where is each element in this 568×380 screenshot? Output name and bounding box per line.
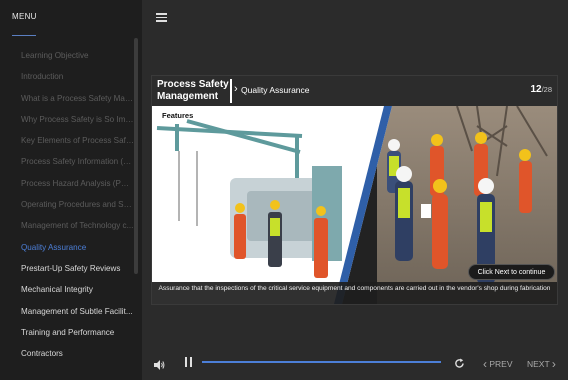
section-title: Quality Assurance: [241, 85, 310, 95]
chevron-right-title-icon: ›: [234, 83, 238, 95]
volume-icon[interactable]: [154, 357, 165, 375]
menu-item[interactable]: Why Process Safety is So Imp...: [0, 109, 134, 130]
menu-heading: MENU: [0, 0, 142, 36]
menu-item[interactable]: Mechanical Integrity: [0, 279, 134, 300]
next-button[interactable]: NEXT ›: [527, 357, 556, 371]
title-divider: [230, 79, 232, 103]
menu-scrollbar[interactable]: [134, 38, 138, 274]
menu-list: Learning Objective Introduction What is …: [0, 45, 134, 364]
prev-label: PREV: [489, 359, 513, 369]
sidebar-menu: MENU Learning Objective Introduction Wha…: [0, 0, 142, 380]
menu-item[interactable]: Operating Procedures and Saf...: [0, 194, 134, 215]
menu-item[interactable]: Learning Objective: [0, 45, 134, 66]
chevron-left-icon: ‹: [483, 357, 487, 371]
menu-item[interactable]: Training and Performance: [0, 322, 134, 343]
replay-icon[interactable]: [454, 356, 465, 374]
menu-item[interactable]: Introduction: [0, 66, 134, 87]
menu-item[interactable]: Key Elements of Process Safe...: [0, 130, 134, 151]
menu-item[interactable]: Management of Subtle Facilit...: [0, 301, 134, 322]
menu-item-active[interactable]: Quality Assurance: [0, 237, 134, 258]
menu-item[interactable]: Process Safety Information (P...: [0, 151, 134, 172]
page-total: /28: [541, 85, 552, 94]
prev-button[interactable]: ‹ PREV: [483, 357, 513, 371]
slide-header: Process Safety Management › Quality Assu…: [152, 76, 557, 106]
click-next-tooltip[interactable]: Click Next to continue: [468, 264, 555, 280]
chevron-right-icon: ›: [551, 357, 556, 371]
slide-caption: Assurance that the inspections of the cr…: [152, 282, 557, 304]
slide-body: Features Click Next to continue Assuranc…: [152, 106, 557, 304]
next-label: NEXT: [527, 359, 550, 369]
menu-item[interactable]: Process Hazard Analysis (PHA): [0, 173, 134, 194]
pause-icon[interactable]: [185, 357, 192, 367]
course-title: Process Safety Management: [157, 79, 229, 102]
progress-fill: [202, 361, 441, 363]
page-current: 12: [530, 84, 542, 95]
menu-item[interactable]: Management of Technology c...: [0, 215, 134, 236]
hamburger-icon[interactable]: [156, 13, 167, 22]
menu-item[interactable]: Prestart-Up Safety Reviews: [0, 258, 134, 279]
page-counter: 12/28: [530, 84, 552, 95]
menu-item[interactable]: What is a Process Safety Man...: [0, 88, 134, 109]
progress-bar[interactable]: [202, 361, 441, 363]
slide-frame: Process Safety Management › Quality Assu…: [151, 75, 558, 305]
menu-item[interactable]: Contractors: [0, 343, 134, 364]
